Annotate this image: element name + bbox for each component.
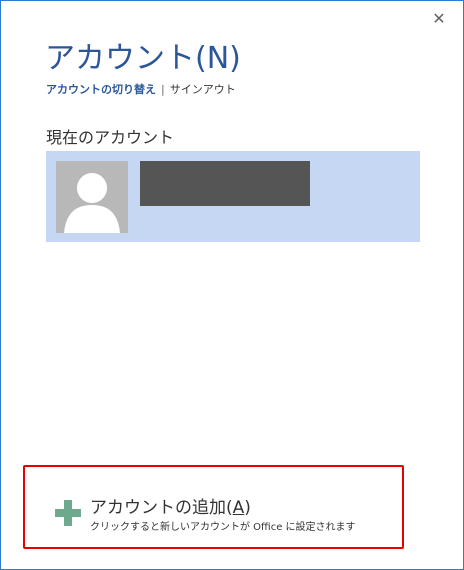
account-dialog: ✕ アカウント(N) アカウントの切り替え | サインアウト 現在のアカウント アカ…	[0, 0, 464, 570]
switch-account-link[interactable]: アカウントの切り替え	[46, 83, 156, 96]
plus-icon	[55, 500, 81, 526]
add-account-title: アカウントの追加(A)	[90, 493, 251, 518]
link-separator: |	[161, 83, 165, 96]
avatar	[56, 161, 128, 233]
add-account-title-suffix: )	[244, 498, 251, 518]
redacted-account-name	[140, 161, 310, 206]
user-silhouette-icon	[56, 161, 128, 233]
add-account-accelerator: A	[232, 498, 245, 518]
current-account-card[interactable]	[46, 151, 420, 242]
dialog-title: アカウント(N)	[45, 41, 241, 76]
close-icon: ✕	[432, 9, 446, 28]
add-account-description: クリックすると新しいアカウントが Office に設定されます	[90, 522, 356, 533]
add-account-title-prefix: アカウントの追加(	[90, 498, 233, 518]
account-links: アカウントの切り替え | サインアウト	[46, 81, 236, 97]
close-button[interactable]: ✕	[427, 7, 451, 31]
add-account-button[interactable]: アカウントの追加(A) クリックすると新しいアカウントが Office に設定さ…	[23, 465, 404, 549]
current-account-heading: 現在のアカウント	[46, 128, 175, 147]
sign-out-link[interactable]: サインアウト	[170, 83, 236, 96]
